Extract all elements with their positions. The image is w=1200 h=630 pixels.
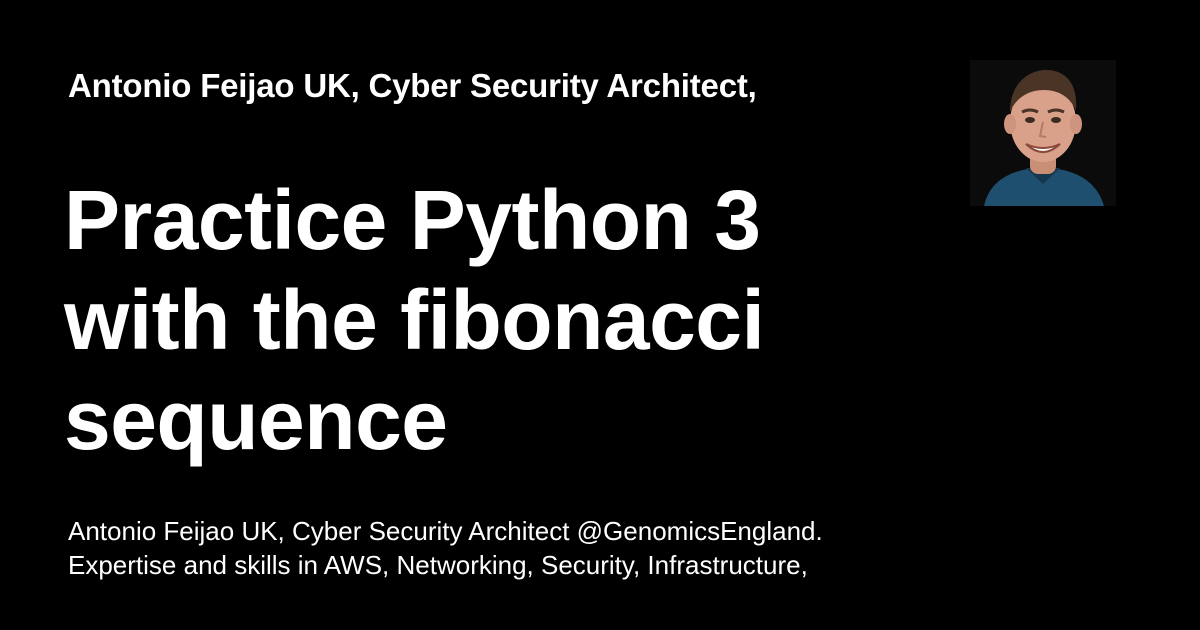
author-photo-icon: [970, 60, 1116, 206]
page-description: Antonio Feijao UK, Cyber Security Archit…: [68, 514, 968, 582]
description-line: Expertise and skills in AWS, Networking,…: [68, 550, 808, 580]
author-avatar: [970, 60, 1116, 206]
title-line: with the fibonacci: [64, 273, 765, 367]
author-subtitle: Antonio Feijao UK, Cyber Security Archit…: [68, 67, 757, 104]
page-title: Practice Python 3 with the fibonacci seq…: [64, 170, 924, 470]
title-line: sequence: [64, 373, 448, 467]
description-line: Antonio Feijao UK, Cyber Security Archit…: [68, 516, 823, 546]
social-preview-card: Antonio Feijao UK, Cyber Security Archit…: [0, 0, 1200, 630]
title-line: Practice Python 3: [64, 173, 761, 267]
